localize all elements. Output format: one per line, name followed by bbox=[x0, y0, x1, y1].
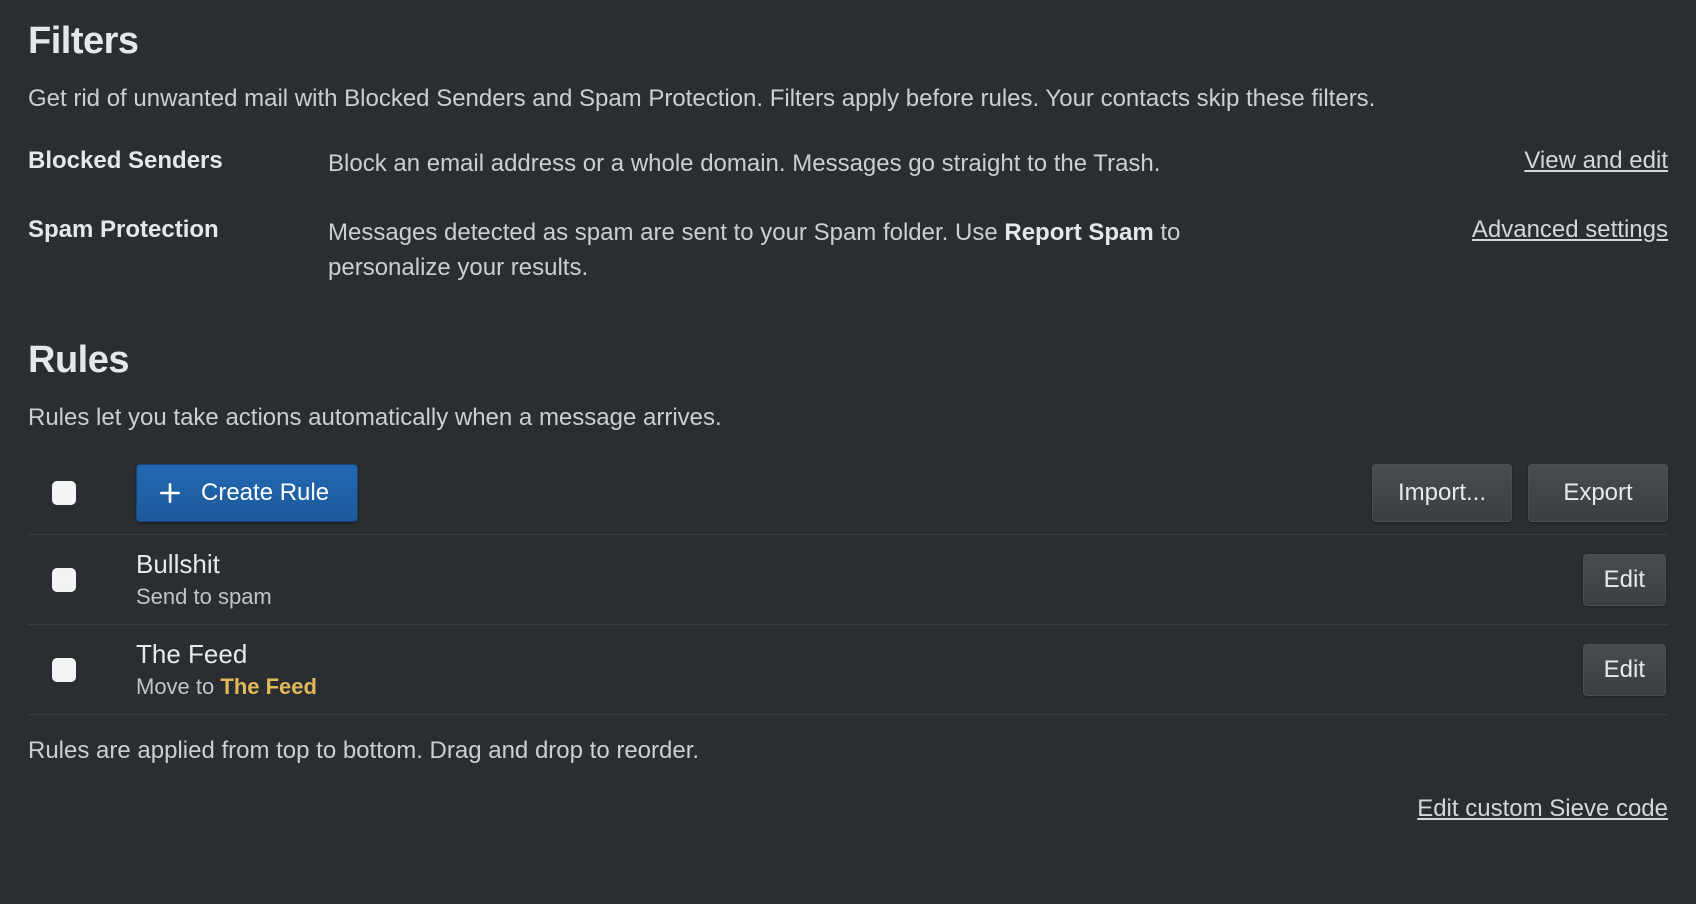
rule-subtext: Send to spam bbox=[136, 584, 1583, 610]
spam-protection-label: Spam Protection bbox=[28, 216, 328, 244]
spam-advanced-settings-link[interactable]: Advanced settings bbox=[1472, 216, 1668, 244]
spam-protection-row: Spam Protection Messages detected as spa… bbox=[28, 216, 1668, 286]
rule-checkbox-column bbox=[28, 658, 136, 682]
import-button[interactable]: Import... bbox=[1372, 464, 1512, 522]
rule-row[interactable]: The Feed Move to The Feed Edit bbox=[28, 625, 1668, 715]
rule-subtext: Move to The Feed bbox=[136, 674, 1583, 700]
spam-desc-before: Messages detected as spam are sent to yo… bbox=[328, 219, 1004, 246]
rule-row[interactable]: Bullshit Send to spam Edit bbox=[28, 535, 1668, 625]
blocked-senders-label: Blocked Senders bbox=[28, 147, 328, 175]
rule-subtext-prefix: Send to spam bbox=[136, 584, 272, 609]
toolbar-right: Import... Export bbox=[1372, 464, 1668, 522]
select-all-checkbox[interactable] bbox=[52, 481, 76, 505]
rules-description: Rules let you take actions automatically… bbox=[28, 404, 1668, 432]
rules-heading: Rules bbox=[28, 339, 1668, 382]
rule-subtext-prefix: Move to bbox=[136, 674, 220, 699]
blocked-senders-view-edit-link[interactable]: View and edit bbox=[1524, 147, 1668, 175]
rules-footer-text: Rules are applied from top to bottom. Dr… bbox=[28, 737, 1668, 765]
spam-protection-description: Messages detected as spam are sent to yo… bbox=[328, 216, 1308, 286]
create-rule-button[interactable]: Create Rule bbox=[136, 464, 358, 522]
rule-checkbox[interactable] bbox=[52, 568, 76, 592]
rule-main: The Feed Move to The Feed bbox=[136, 639, 1583, 700]
filters-section: Filters Get rid of unwanted mail with Bl… bbox=[28, 20, 1668, 285]
edit-rule-button[interactable]: Edit bbox=[1583, 554, 1666, 606]
rule-actions: Edit bbox=[1583, 554, 1668, 606]
sieve-link-row: Edit custom Sieve code bbox=[28, 795, 1668, 823]
rule-checkbox[interactable] bbox=[52, 658, 76, 682]
settings-page: Filters Get rid of unwanted mail with Bl… bbox=[0, 0, 1696, 833]
spam-desc-bold: Report Spam bbox=[1004, 219, 1153, 246]
rule-name: Bullshit bbox=[136, 549, 1583, 580]
rule-name: The Feed bbox=[136, 639, 1583, 670]
select-all-column bbox=[28, 481, 136, 505]
export-button[interactable]: Export bbox=[1528, 464, 1668, 522]
create-rule-label: Create Rule bbox=[201, 479, 329, 507]
rule-checkbox-column bbox=[28, 568, 136, 592]
rule-main: Bullshit Send to spam bbox=[136, 549, 1583, 610]
filters-heading: Filters bbox=[28, 20, 1668, 63]
edit-rule-button[interactable]: Edit bbox=[1583, 644, 1666, 696]
blocked-senders-description: Block an email address or a whole domain… bbox=[328, 147, 1308, 182]
blocked-senders-row: Blocked Senders Block an email address o… bbox=[28, 147, 1668, 182]
filters-description: Get rid of unwanted mail with Blocked Se… bbox=[28, 85, 1668, 113]
rules-section: Rules Rules let you take actions automat… bbox=[28, 339, 1668, 823]
edit-sieve-link[interactable]: Edit custom Sieve code bbox=[1417, 795, 1668, 822]
rule-subtext-folder: The Feed bbox=[220, 674, 317, 699]
rule-actions: Edit bbox=[1583, 644, 1668, 696]
rules-toolbar: Create Rule Import... Export bbox=[28, 454, 1668, 535]
plus-icon bbox=[155, 478, 185, 508]
